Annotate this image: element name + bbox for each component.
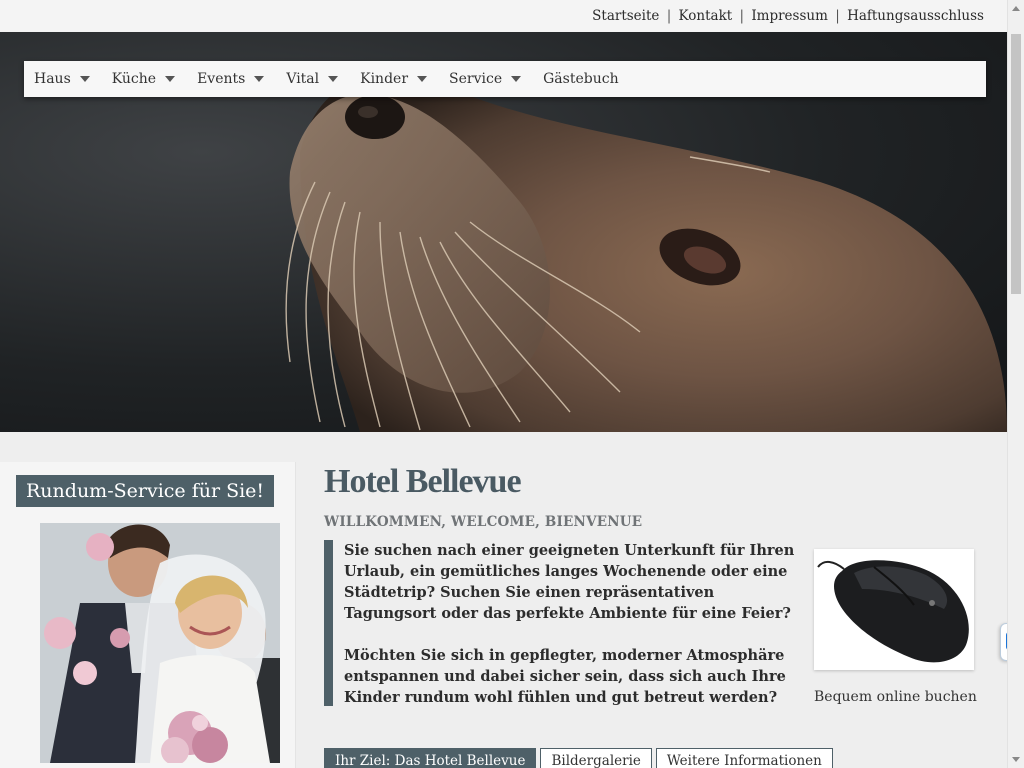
nav-item-label: Kinder	[360, 71, 409, 87]
nav-item-gaestebuch[interactable]: Gästebuch	[543, 71, 618, 87]
nav-item-label: Küche	[111, 71, 157, 87]
scroll-up-arrow-icon[interactable]	[1012, 6, 1020, 11]
wedding-couple-illustration	[40, 523, 280, 763]
caret-down-icon	[165, 76, 176, 82]
link-kontakt[interactable]: Kontakt	[679, 8, 733, 24]
intro-paragraph: Möchten Sie sich in gepflegter, moderner…	[344, 647, 786, 706]
scroll-down-arrow-icon[interactable]	[1012, 757, 1020, 762]
online-booking-image[interactable]	[814, 549, 974, 670]
nav-item-vital[interactable]: Vital	[286, 71, 339, 87]
nav-item-kueche[interactable]: Küche	[111, 71, 176, 87]
caret-down-icon	[79, 76, 90, 82]
page-scrollbar[interactable]	[1007, 0, 1024, 768]
nav-item-haus[interactable]: Haus	[34, 71, 90, 87]
wedding-photo[interactable]	[40, 523, 280, 763]
nav-item-label: Haus	[34, 71, 71, 87]
nav-item-events[interactable]: Events	[197, 71, 265, 87]
intro-paragraph: Sie suchen nach einer geeigneten Unterku…	[344, 542, 795, 622]
link-separator: |	[739, 8, 745, 24]
tab-weitere-informationen[interactable]: Weitere Informationen	[655, 748, 833, 768]
booking-caption[interactable]: Bequem online buchen	[814, 689, 977, 705]
link-impressum[interactable]: Impressum	[751, 8, 828, 24]
sidebar: Rundum-Service für Sie!	[0, 462, 296, 768]
tab-hotel-bellevue[interactable]: Ihr Ziel: Das Hotel Bellevue	[324, 748, 537, 768]
caret-down-icon	[254, 76, 265, 82]
main-navigation: Haus Küche Events Vital Kinder Service G…	[24, 61, 986, 97]
page-subtitle: WILLKOMMEN, WELCOME, BIENVENUE	[324, 514, 643, 530]
nav-item-label: Service	[449, 71, 503, 87]
nav-item-label: Gästebuch	[543, 71, 619, 87]
tab-bildergalerie[interactable]: Bildergalerie	[540, 748, 652, 768]
nav-item-label: Vital	[286, 71, 320, 87]
caret-down-icon	[511, 76, 522, 82]
link-startseite[interactable]: Startseite	[592, 8, 659, 24]
sidebar-title: Rundum-Service für Sie!	[16, 475, 274, 507]
top-link-bar: Startseite | Kontakt | Impressum | Haftu…	[0, 0, 1007, 32]
computer-mouse-icon	[814, 549, 974, 670]
nav-item-label: Events	[197, 71, 246, 87]
content-tabs: Ihr Ziel: Das Hotel Bellevue Bildergaler…	[324, 748, 837, 768]
scrollbar-thumb[interactable]	[1011, 34, 1021, 294]
link-haftungsausschluss[interactable]: Haftungsausschluss	[847, 8, 984, 24]
utility-links: Startseite | Kontakt | Impressum | Haftu…	[592, 8, 984, 24]
caret-down-icon	[417, 76, 428, 82]
nav-item-service[interactable]: Service	[449, 71, 522, 87]
caret-down-icon	[328, 76, 339, 82]
link-separator: |	[666, 8, 672, 24]
nav-item-kinder[interactable]: Kinder	[360, 71, 428, 87]
link-separator: |	[835, 8, 840, 24]
page-title: Hotel Bellevue	[324, 463, 522, 500]
intro-quote: Sie suchen nach einer geeigneten Unterku…	[324, 540, 804, 706]
